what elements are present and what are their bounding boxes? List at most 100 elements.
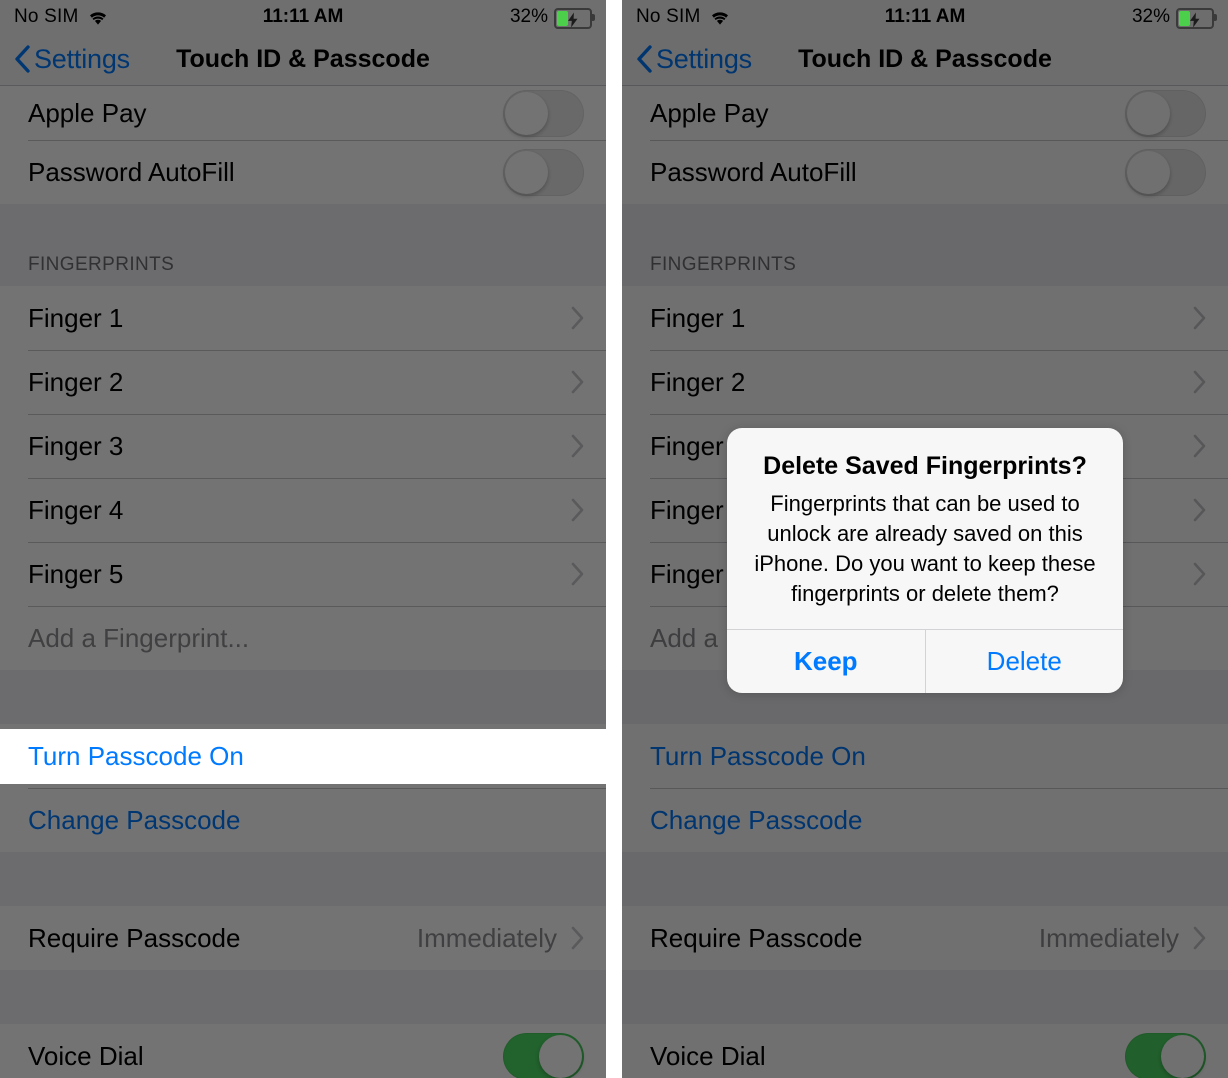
row-label: Add a Fingerprint... — [28, 622, 250, 653]
chevron-right-icon — [571, 370, 584, 394]
row-label: Apple Pay — [650, 97, 769, 128]
row-finger-5[interactable]: Finger 5 — [0, 542, 606, 606]
require-passcode-value: Immediately — [416, 922, 557, 953]
back-button[interactable]: Settings — [14, 44, 130, 75]
keep-button[interactable]: Keep — [727, 630, 925, 693]
carrier-label: No SIM — [14, 5, 79, 27]
charging-bolt-icon — [1189, 11, 1202, 27]
chevron-right-icon — [1193, 926, 1206, 950]
settings-screen-left: No SIM 11:11 AM 32% Settings Touch ID & … — [0, 0, 606, 1078]
toggle-knob — [539, 1034, 582, 1078]
row-apple-pay[interactable]: Apple Pay — [622, 86, 1228, 140]
alert-message: Fingerprints that can be used to unlock … — [754, 491, 1096, 606]
password-autofill-toggle[interactable] — [1125, 148, 1206, 196]
fingerprints-section-header: FINGERPRINTS — [622, 204, 1228, 286]
toggle-knob — [505, 150, 548, 194]
section-gap — [0, 670, 606, 724]
alert-body: Delete Saved Fingerprints? Fingerprints … — [727, 428, 1123, 629]
require-passcode-value: Immediately — [1038, 922, 1179, 953]
row-label: Turn Passcode On — [650, 740, 866, 771]
voice-dial-toggle[interactable] — [503, 1032, 584, 1078]
row-label: Change Passcode — [28, 804, 241, 835]
battery-percent-label: 32% — [1131, 5, 1170, 27]
row-change-passcode[interactable]: Change Passcode — [622, 788, 1228, 852]
row-password-autofill[interactable]: Password AutoFill — [622, 140, 1228, 204]
row-require-passcode[interactable]: Require Passcode Immediately — [0, 906, 606, 970]
status-bar-right: 32% — [1131, 5, 1217, 29]
phone-screen-right: No SIM 11:11 AM 32% Settings Touch ID & … — [622, 0, 1228, 1078]
apple-pay-toggle[interactable] — [1125, 89, 1206, 137]
row-label: Password AutoFill — [28, 156, 235, 187]
row-finger-3[interactable]: Finger 3 — [0, 414, 606, 478]
row-label: Finger 4 — [28, 494, 124, 525]
toggle-knob — [1127, 150, 1170, 194]
carrier-label: No SIM — [636, 5, 701, 27]
back-button-label: Settings — [656, 43, 752, 74]
chevron-right-icon — [1193, 562, 1206, 586]
battery-percent-label: 32% — [509, 5, 548, 27]
status-bar-right: 32% — [509, 5, 595, 29]
password-autofill-toggle[interactable] — [503, 148, 584, 196]
delete-fingerprints-alert: Delete Saved Fingerprints? Fingerprints … — [727, 428, 1123, 693]
row-label: Apple Pay — [28, 97, 147, 128]
row-label: Finger 1 — [650, 302, 746, 333]
chevron-right-icon — [1193, 306, 1206, 330]
chevron-right-icon — [1193, 370, 1206, 394]
row-label: Voice Dial — [28, 1040, 144, 1071]
battery-icon — [554, 8, 595, 29]
screenshot-stage: No SIM 11:11 AM 32% Settings Touch ID & … — [0, 0, 1228, 1078]
row-password-autofill[interactable]: Password AutoFill — [0, 140, 606, 204]
wifi-icon — [87, 9, 109, 26]
toggle-knob — [1161, 1034, 1204, 1078]
row-label: Change Passcode — [650, 804, 863, 835]
row-label: Finger 1 — [28, 302, 124, 333]
fingerprints-section-header: FINGERPRINTS — [0, 204, 606, 286]
row-voice-dial[interactable]: Voice Dial — [0, 1024, 606, 1078]
section-gap: FINGERPRINTS — [0, 204, 606, 286]
row-label: Finger 2 — [650, 366, 746, 397]
nav-bar: Settings Touch ID & Passcode — [622, 33, 1228, 86]
charging-bolt-icon — [567, 11, 580, 27]
alert-button-row: Keep Delete — [727, 629, 1123, 693]
chevron-left-icon — [14, 45, 30, 73]
battery-icon — [1176, 8, 1217, 29]
toggle-knob — [1127, 91, 1170, 135]
chevron-left-icon — [636, 45, 652, 73]
alert-title: Delete Saved Fingerprints? — [763, 452, 1087, 480]
chevron-right-icon — [571, 926, 584, 950]
back-button-label: Settings — [34, 43, 130, 74]
section-gap — [0, 852, 606, 906]
row-finger-2[interactable]: Finger 2 — [0, 350, 606, 414]
row-label: Finger 2 — [28, 366, 124, 397]
section-gap — [622, 852, 1228, 906]
back-button[interactable]: Settings — [636, 44, 752, 75]
row-label: Password AutoFill — [650, 156, 857, 187]
voice-dial-toggle[interactable] — [1125, 1032, 1206, 1078]
section-gap — [622, 970, 1228, 1024]
row-add-fingerprint[interactable]: Add a Fingerprint... — [0, 606, 606, 670]
nav-bar: Settings Touch ID & Passcode — [0, 33, 606, 86]
row-turn-passcode-on[interactable]: Turn Passcode On — [0, 724, 606, 788]
row-label: Turn Passcode On — [28, 740, 244, 771]
delete-button[interactable]: Delete — [924, 630, 1124, 693]
row-change-passcode[interactable]: Change Passcode — [0, 788, 606, 852]
chevron-right-icon — [571, 562, 584, 586]
row-finger-4[interactable]: Finger 4 — [0, 478, 606, 542]
chevron-right-icon — [571, 306, 584, 330]
apple-pay-toggle[interactable] — [503, 89, 584, 137]
section-gap — [0, 970, 606, 1024]
section-gap: FINGERPRINTS — [622, 204, 1228, 286]
row-finger-1[interactable]: Finger 1 — [622, 286, 1228, 350]
row-finger-1[interactable]: Finger 1 — [0, 286, 606, 350]
row-voice-dial[interactable]: Voice Dial — [622, 1024, 1228, 1078]
status-bar: No SIM 11:11 AM 32% — [0, 0, 606, 33]
toggle-knob — [505, 91, 548, 135]
row-apple-pay[interactable]: Apple Pay — [0, 86, 606, 140]
chevron-right-icon — [1193, 434, 1206, 458]
row-label: Voice Dial — [650, 1040, 766, 1071]
chevron-right-icon — [571, 434, 584, 458]
row-turn-passcode-on[interactable]: Turn Passcode On — [622, 724, 1228, 788]
row-require-passcode[interactable]: Require Passcode Immediately — [622, 906, 1228, 970]
chevron-right-icon — [1193, 498, 1206, 522]
row-finger-2[interactable]: Finger 2 — [622, 350, 1228, 414]
